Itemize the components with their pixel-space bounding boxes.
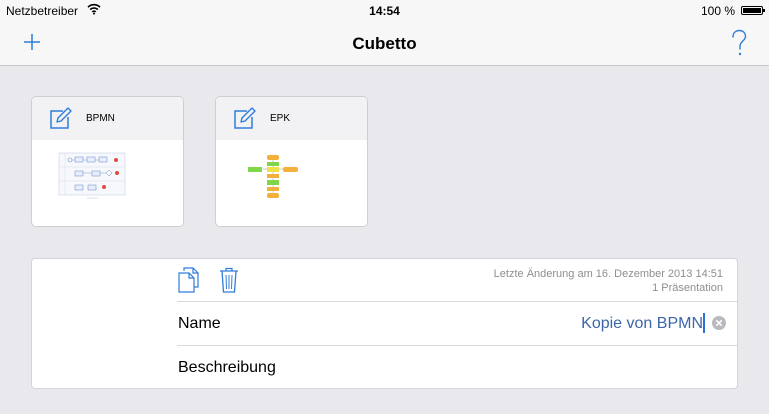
edit-icon[interactable]: [47, 106, 73, 132]
clear-icon[interactable]: [712, 316, 726, 330]
description-label[interactable]: Beschreibung: [178, 359, 276, 377]
status-time: 14:54: [369, 4, 400, 18]
last-modified-text: Letzte Änderung am 16. Dezember 2013 14:…: [493, 268, 723, 280]
battery-icon: [741, 6, 765, 15]
divider: [177, 301, 737, 302]
text-cursor: [703, 313, 705, 333]
edit-icon[interactable]: [231, 106, 257, 132]
name-label: Name: [178, 315, 221, 332]
duplicate-button[interactable]: [177, 266, 201, 294]
document-card-bpmn[interactable]: BPMN: [31, 96, 184, 227]
name-field[interactable]: [443, 312, 703, 336]
epk-thumbnail: [216, 149, 367, 209]
card-title: EPK: [270, 113, 291, 124]
delete-button[interactable]: [218, 266, 240, 294]
bpmn-thumbnail: [32, 149, 183, 209]
duplicate-icon: [178, 267, 199, 293]
document-detail-panel: Letzte Änderung am 16. Dezember 2013 14:…: [31, 258, 738, 389]
question-mark-icon: [732, 29, 747, 56]
help-button[interactable]: [727, 28, 751, 58]
trash-icon: [220, 267, 238, 293]
battery-percent: 100 %: [700, 4, 735, 18]
document-meta: Letzte Änderung am 16. Dezember 2013 14:…: [494, 267, 723, 295]
card-title: BPMN: [86, 113, 115, 124]
document-card-epk[interactable]: EPK: [215, 96, 368, 227]
presentation-count: 1 Präsentation: [652, 282, 723, 294]
navigation-bar: Cubetto: [0, 22, 769, 66]
page-title: Cubetto: [352, 34, 417, 53]
status-bar: Netzbetreiber 14:54 100 %: [0, 0, 769, 22]
divider: [177, 345, 737, 346]
